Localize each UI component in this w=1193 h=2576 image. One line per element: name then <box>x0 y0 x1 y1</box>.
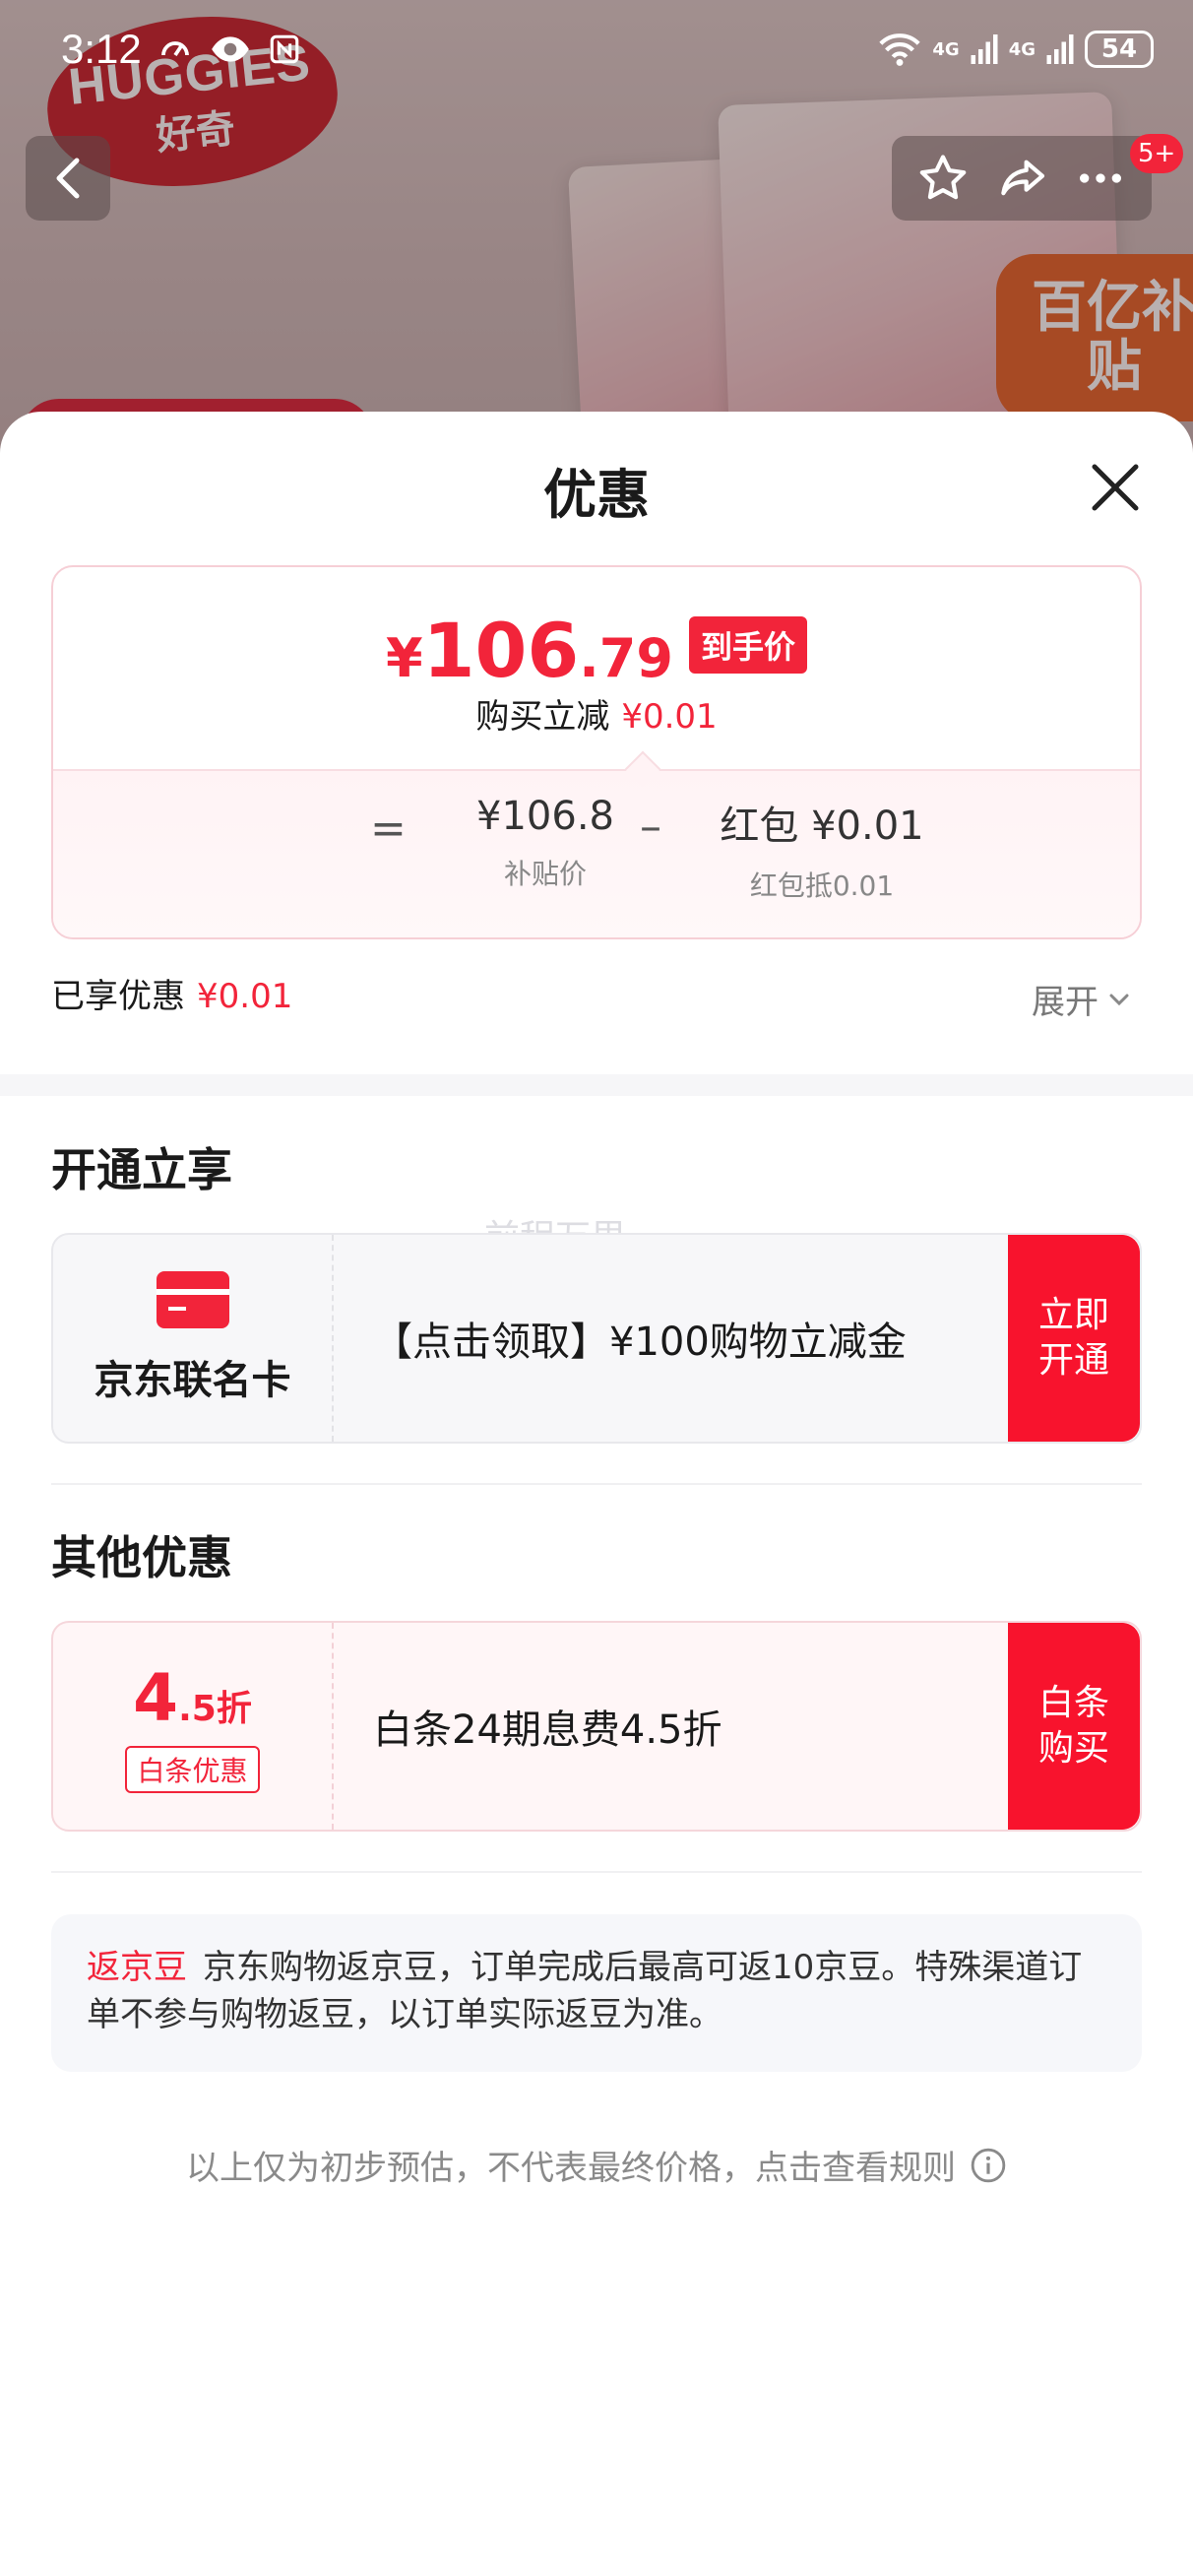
equals-sign: = <box>370 804 407 854</box>
instant-discount-value: ¥0.01 <box>621 697 718 737</box>
cobrand-card-name: 京东联名卡 <box>94 1358 291 1403</box>
other-section-title: 其他优惠 <box>51 1531 232 1584</box>
battery-indicator: 54 <box>1085 31 1154 68</box>
wifi-icon <box>879 33 921 66</box>
cobrand-offer-text: 【点击领取】¥100购物立减金 <box>373 1320 907 1365</box>
price-currency: ¥ <box>386 627 423 689</box>
final-price-badge: 到手价 <box>688 615 807 674</box>
signal-1-label: 4G <box>932 38 960 60</box>
open-section-title: 开通立享 <box>51 1143 232 1196</box>
back-button[interactable] <box>26 136 110 221</box>
app-root: HUGGIES 好奇 百亿补贴 5+ 3:12 4G 4G 54 优惠 ¥ 10… <box>0 0 1193 2576</box>
credit-card-icon <box>156 1271 229 1328</box>
instant-discount: 购买立减 ¥0.01 <box>53 689 1140 738</box>
eye-icon <box>211 36 249 62</box>
status-time: 3:12 <box>61 26 142 72</box>
open-now-label: 立即 开通 <box>1037 1295 1109 1381</box>
baitiao-discount-info: 4.5折 白条优惠 <box>53 1623 334 1830</box>
baitiao-tag: 白条优惠 <box>125 1745 260 1793</box>
jingdou-text: 京东购物返京豆，订单完成后最高可返10京豆。特殊渠道订单不参与购物返豆，以订单实… <box>87 1948 1083 2034</box>
enjoyed-discount-value: ¥0.01 <box>197 977 293 1016</box>
subsidy-price-label: 补贴价 <box>503 858 587 890</box>
status-bar: 3:12 4G 4G 54 <box>0 0 1193 98</box>
message-badge: 5+ <box>1130 134 1184 173</box>
discount-small: .5折 <box>178 1688 252 1729</box>
open-now-button[interactable]: 立即 开通 <box>1008 1235 1140 1442</box>
subsidy-price: ¥106.8 补贴价 <box>427 794 663 892</box>
cobrand-card-info: 京东联名卡 <box>53 1235 334 1442</box>
enjoyed-discount: 已享优惠 ¥0.01 <box>51 969 292 1017</box>
footer-text: 以上仅为初步预估，不代表最终价格，点击查看规则 <box>186 2149 956 2188</box>
baitiao-buy-button[interactable]: 白条 购买 <box>1008 1623 1140 1830</box>
status-left: 3:12 <box>61 26 301 73</box>
signal-2-label: 4G <box>1008 38 1036 60</box>
signal-1-icon <box>971 34 998 64</box>
info-icon <box>971 2148 1006 2182</box>
nav-actions <box>892 136 1152 221</box>
chevron-left-icon <box>56 158 80 199</box>
rules-link[interactable]: 以上仅为初步预估，不代表最终价格，点击查看规则 <box>0 2141 1193 2189</box>
baitiao-offer-text: 白条24期息费4.5折 <box>373 1707 722 1753</box>
subsidy-price-value: ¥106.8 <box>476 794 614 839</box>
price-decimal: .79 <box>579 627 673 689</box>
discount-sheet: 优惠 ¥ 106 .79 到手价 购买立减 ¥0.01 = ¥106.8 补贴价 … <box>0 412 1193 2576</box>
divider <box>51 1871 1142 1873</box>
close-icon[interactable] <box>1083 455 1148 520</box>
price-card: ¥ 106 .79 到手价 购买立减 ¥0.01 = ¥106.8 补贴价 – 红… <box>51 565 1142 939</box>
sheet-title: 优惠 <box>543 464 650 526</box>
chevron-down-icon <box>1109 994 1129 1005</box>
red-packet-value: 红包 ¥0.01 <box>720 804 924 849</box>
cobrand-card-offer[interactable]: 京东联名卡 【点击领取】¥100购物立减金 立即 开通 <box>51 1233 1142 1444</box>
red-packet-label: 红包抵0.01 <box>749 869 895 902</box>
star-icon[interactable] <box>915 151 971 206</box>
speedometer-icon <box>160 41 189 57</box>
baitiao-discount: 4.5折 <box>133 1660 252 1736</box>
share-icon[interactable] <box>994 151 1049 206</box>
instant-discount-label: 购买立减 <box>475 697 610 737</box>
final-price: ¥ 106 .79 到手价 <box>53 607 1140 694</box>
jingdou-label: 返京豆 <box>87 1948 187 1987</box>
red-packet: 红包 ¥0.01 红包抵0.01 <box>679 794 965 904</box>
jingdou-note: 返京豆 京东购物返京豆，订单完成后最高可返10京豆。特殊渠道订单不参与购物返豆，以… <box>51 1914 1142 2072</box>
discount-big: 4 <box>133 1659 179 1736</box>
minus-sign: – <box>640 802 661 852</box>
divider <box>51 1483 1142 1485</box>
enjoyed-discount-label: 已享优惠 <box>51 977 185 1016</box>
baitiao-offer[interactable]: 4.5折 白条优惠 白条24期息费4.5折 白条 购买 <box>51 1621 1142 1832</box>
expand-label: 展开 <box>1032 983 1099 1022</box>
expand-button[interactable]: 展开 <box>1032 975 1132 1023</box>
status-right: 4G 4G 54 <box>877 30 1154 69</box>
nfc-icon <box>270 34 299 64</box>
signal-2-icon <box>1046 34 1074 64</box>
baitiao-buy-label: 白条 购买 <box>1037 1683 1109 1769</box>
section-separator <box>0 1074 1193 1096</box>
price-integer: 106 <box>422 607 580 694</box>
more-icon[interactable] <box>1073 151 1128 206</box>
